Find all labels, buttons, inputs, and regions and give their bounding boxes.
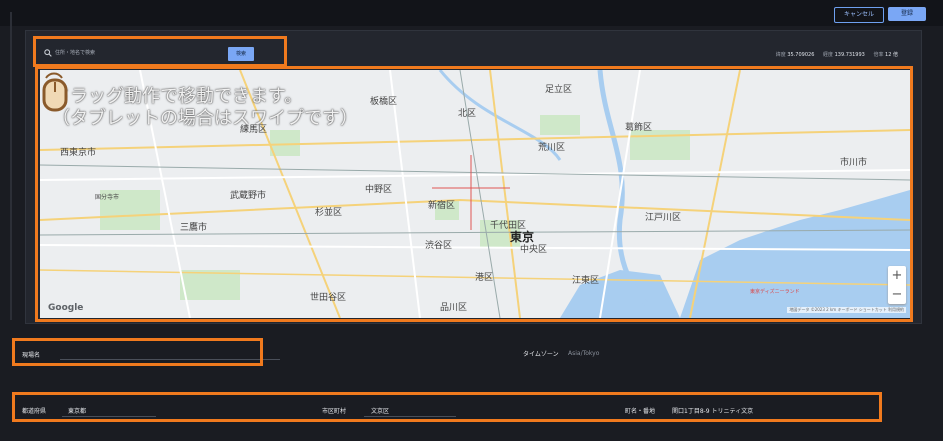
prefecture-underline (62, 416, 156, 417)
search-button[interactable]: 検索 (228, 47, 254, 61)
map-view[interactable]: 足立区 板橋区 北区 荒川区 葛飾区 西東京市 練馬区 武蔵野市 中野区 三鷹市… (40, 70, 910, 318)
map-label-nakano: 中野区 (365, 185, 393, 195)
town-input[interactable]: 関口1丁目8-9 トリニティ文京 (672, 406, 753, 415)
map-label-itabashi: 板橋区 (370, 97, 398, 107)
divider (10, 12, 12, 320)
map-label-ichikawa: 市川市 (840, 158, 868, 168)
site-name-input[interactable] (60, 359, 280, 360)
map-label-edogawa: 江戸川区 (645, 213, 682, 223)
timezone-value[interactable]: Asia/Tokyo (568, 350, 599, 357)
map-label-chuo: 中央区 (520, 245, 548, 255)
zoom-in-button[interactable]: + (888, 266, 906, 285)
map-attribution[interactable]: 地図データ ©2023 2 km キーボード ショートカット 利用規約 (787, 307, 906, 313)
search-icon (44, 49, 52, 57)
map-label-shibuya: 渋谷区 (425, 241, 453, 251)
prefecture-input[interactable]: 東京都 (68, 406, 86, 415)
map-label-minato: 港区 (475, 273, 494, 283)
city-input[interactable]: 文京区 (371, 406, 389, 415)
map-label-katsushika: 葛飾区 (625, 123, 653, 133)
zoom-out-button[interactable]: − (888, 285, 906, 304)
city-label: 市区町村 (322, 408, 347, 415)
map-label-koto: 江東区 (572, 276, 600, 286)
map-label-shinjuku: 新宿区 (428, 201, 456, 211)
coordinate-readout: 緯度 35.709026 経度 139.731993 倍率 12 倍 (775, 52, 898, 58)
google-logo: Google (48, 303, 84, 313)
prefecture-label: 都道府県 (22, 408, 47, 415)
map-poi: 東京ディズニーランド (750, 289, 800, 295)
map-label-mitaka: 三鷹市 (180, 223, 208, 233)
map-label-setagaya: 世田谷区 (310, 293, 347, 303)
timezone-label: タイムゾーン (523, 351, 559, 358)
map-label-adachi: 足立区 (545, 85, 573, 95)
map-label-kokubunji: 国分寺市 (95, 194, 120, 201)
map-label-musashino: 武蔵野市 (230, 191, 267, 201)
city-underline (364, 416, 456, 417)
map-label-suginami: 杉並区 (315, 208, 343, 218)
site-name-label: 現場名 (22, 352, 41, 359)
map-label-nishitokyo: 西東京市 (60, 148, 97, 158)
mouse-icon (42, 72, 68, 112)
top-bar (0, 0, 943, 26)
map-instruction: ドラッグ動作で移動できます。 （タブレットの場合はスワイプです） (52, 86, 358, 129)
highlight-site-name (12, 338, 263, 366)
map-label-arakawa: 荒川区 (538, 143, 566, 153)
register-button[interactable]: 登録 (888, 7, 926, 21)
search-input[interactable]: 住所・地名で検索 (55, 48, 225, 58)
cancel-button[interactable]: キャンセル (834, 7, 884, 23)
map-label-kita: 北区 (458, 109, 477, 119)
map-label-shinagawa: 品川区 (440, 303, 468, 313)
map-zoom-control[interactable]: + − (888, 266, 906, 304)
town-label: 町名・番地 (625, 408, 656, 415)
